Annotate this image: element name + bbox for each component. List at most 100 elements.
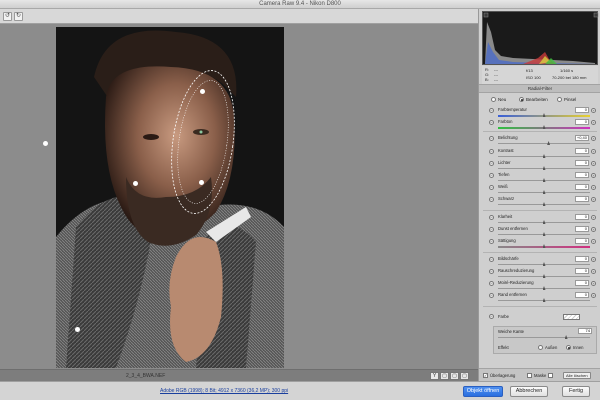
plus-icon[interactable]: + [591,197,596,202]
slider-label: Bildschärfe [498,256,519,261]
slider-label: Tiefen [498,172,510,177]
slider-value[interactable]: 0 [575,148,589,154]
minus-icon[interactable]: − [489,227,494,232]
slider-value[interactable]: 0 [575,107,589,113]
slider-value[interactable]: 0 [575,119,589,125]
plus-icon[interactable]: + [591,136,596,141]
slider-track[interactable] [498,143,590,144]
plus-icon[interactable]: + [591,173,596,178]
plus-icon[interactable]: + [591,149,596,154]
iso-value: ISO 100 [526,75,541,80]
minus-icon[interactable]: − [489,149,494,154]
minus-icon[interactable]: − [489,173,494,178]
exif-info: R: --- G: --- B: --- f/13 1/160 s ISO 10… [482,66,598,84]
view-button-y[interactable]: Y [430,372,439,380]
minus-icon[interactable]: − [489,185,494,190]
open-object-button[interactable]: Objekt öffnen [463,386,503,397]
minus-icon[interactable]: − [489,293,494,298]
rotate-right-icon[interactable]: ↻ [14,12,23,21]
mask-color-swatch[interactable] [548,373,553,378]
image-preview[interactable] [0,24,478,369]
slider-value[interactable]: 0 [575,238,589,244]
radial-filter-pin[interactable] [199,180,204,185]
slider-value[interactable]: 0 [575,172,589,178]
mask-label: Maske [534,373,547,378]
slider-row-farbton: − Farbton 0 + [479,119,600,131]
slider-row-schwarz: − Schwarz 0 + [479,196,600,208]
filename-label: 2_3_4_BWA.NEF [126,373,166,379]
mode-radio-new[interactable] [491,97,496,102]
portrait-photo[interactable] [56,27,284,368]
plus-icon[interactable]: + [591,108,596,113]
separator [483,252,597,253]
aperture-value: f/13 [526,68,533,73]
camera-raw-window: Camera Raw 9.4 - Nikon D800 ↺ ↻ 2_3_4_BW… [0,0,600,400]
slider-value[interactable]: 0 [575,226,589,232]
done-button[interactable]: Fertig [562,386,590,397]
preview-status-bar: 2_3_4_BWA.NEF Y ▢ ▢ ▢ [0,369,478,381]
mode-label-edit: Bearbeiten [526,97,548,102]
effect-radio-inside[interactable] [566,345,571,350]
color-row: − Farbe [479,313,600,323]
mode-radio-edit[interactable] [519,97,524,102]
shutter-value: 1/160 s [560,68,574,73]
overlay-checkbox[interactable]: ✓ [483,373,488,378]
radial-filter-pin-2[interactable] [75,327,80,332]
minus-icon[interactable]: − [489,108,494,113]
slider-value[interactable]: 0 [575,214,589,220]
view-button-2[interactable]: ▢ [440,372,449,380]
minus-icon[interactable]: − [489,269,494,274]
mask-checkbox[interactable] [527,373,532,378]
feather-track[interactable] [498,337,590,338]
cancel-button[interactable]: Abbrechen [510,386,548,397]
slider-value[interactable]: 0 [575,196,589,202]
slider-value[interactable]: +0,40 [575,135,589,141]
plus-icon[interactable]: + [591,161,596,166]
feather-value[interactable]: 74 [578,328,592,334]
plus-icon[interactable]: + [591,215,596,220]
color-swatch[interactable] [563,314,580,320]
plus-icon[interactable]: + [591,239,596,244]
minus-icon[interactable]: − [489,120,494,125]
minus-icon[interactable]: − [489,136,494,141]
color-label: Farbe [498,314,509,319]
plus-icon[interactable]: + [591,227,596,232]
radial-filter-handle-left[interactable] [133,181,138,186]
separator [483,306,597,307]
plus-icon[interactable]: + [591,293,596,298]
title-bar: Camera Raw 9.4 - Nikon D800 [0,0,600,9]
slider-value[interactable]: 0 [575,160,589,166]
plus-icon[interactable]: + [591,185,596,190]
view-button-4[interactable]: ▢ [460,372,469,380]
minus-icon[interactable]: − [489,257,494,262]
rotate-left-icon[interactable]: ↺ [3,12,12,21]
slider-label: Rauschreduzierung [498,268,535,273]
slider-value[interactable]: 0 [575,256,589,262]
minus-icon[interactable]: − [489,161,494,166]
slider-value[interactable]: 0 [575,292,589,298]
slider-value[interactable]: 0 [575,268,589,274]
minus-icon[interactable]: − [489,281,494,286]
color-minus-icon[interactable]: − [489,314,494,319]
mode-radio-brush[interactable] [557,97,562,102]
plus-icon[interactable]: + [591,120,596,125]
minus-icon[interactable]: − [489,197,494,202]
plus-icon[interactable]: + [591,281,596,286]
slider-label: Lichter [498,160,511,165]
slider-row-sättigung: − Sättigung 0 + [479,238,600,250]
slider-value[interactable]: 0 [575,184,589,190]
minus-icon[interactable]: − [489,215,494,220]
plus-icon[interactable]: + [591,269,596,274]
effect-radio-outside[interactable] [538,345,543,350]
slider-value[interactable]: 0 [575,280,589,286]
lens-value: 70-200 bei 180 mm [552,75,587,80]
plus-icon[interactable]: + [591,257,596,262]
clear-all-button[interactable]: Alle löschen [563,372,591,379]
minus-icon[interactable]: − [489,239,494,244]
slider-row-tiefen: − Tiefen 0 + [479,172,600,184]
radial-filter-handle-top[interactable] [200,89,205,94]
slider-row-rauschreduzierung: − Rauschreduzierung 0 + [479,268,600,280]
view-button-3[interactable]: ▢ [450,372,459,380]
workflow-options-link[interactable]: Adobe RGB (1998); 8 Bit; 4912 x 7360 (36… [160,388,288,394]
radial-filter-pin-3[interactable] [43,141,48,146]
